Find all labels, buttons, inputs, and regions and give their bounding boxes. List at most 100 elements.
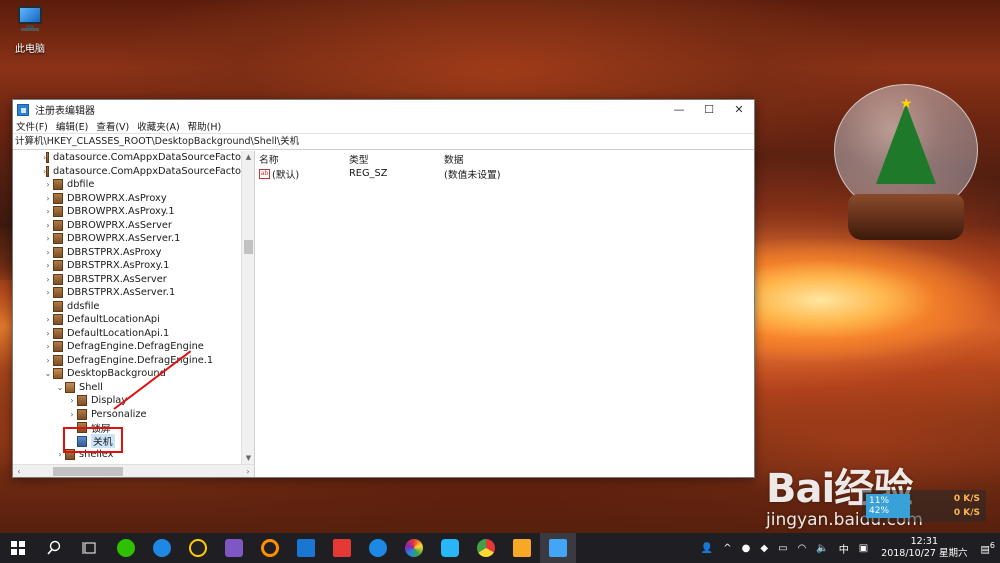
menu-view[interactable]: 查看(V): [96, 119, 129, 133]
task-view-button[interactable]: [72, 533, 108, 563]
key-tree-pane[interactable]: › datasource.ComAppxDataSourceFacto › datas…: [13, 151, 255, 477]
tree-node[interactable]: › Display: [13, 394, 241, 408]
tray-app-icon[interactable]: ●: [742, 543, 751, 554]
chevron-right-icon[interactable]: ›: [43, 275, 53, 284]
chevron-right-icon[interactable]: ›: [43, 234, 53, 243]
chevron-right-icon[interactable]: ›: [43, 248, 53, 257]
search-button[interactable]: [36, 533, 72, 563]
tree-horizontal-scrollbar[interactable]: ‹ ›: [13, 464, 254, 477]
taskbar-kugou[interactable]: [144, 533, 180, 563]
net-speed-widget[interactable]: 11% 42% 0 K/S 0 K/S: [862, 490, 986, 522]
clock[interactable]: 12:31 2018/10/27 星期六: [881, 536, 967, 560]
people-icon[interactable]: 👤: [701, 543, 713, 554]
folder-icon: [46, 165, 49, 177]
tree-node[interactable]: › DBRSTPRX.AsProxy.1: [13, 259, 241, 273]
taskbar-app-cyan[interactable]: [432, 533, 468, 563]
chevron-right-icon[interactable]: ›: [43, 342, 53, 351]
folder-icon: [53, 233, 63, 245]
tree-node[interactable]: › DBROWPRX.AsProxy: [13, 192, 241, 206]
tree-node[interactable]: › DBRSTPRX.AsServer: [13, 273, 241, 287]
chevron-right-icon[interactable]: ›: [43, 288, 53, 297]
tree-node[interactable]: › DefaultLocationApi: [13, 313, 241, 327]
taskbar-regedit[interactable]: [540, 533, 576, 563]
hscroll-thumb[interactable]: [53, 467, 123, 476]
tree-node[interactable]: › DefragEngine.DefragEngine.1: [13, 354, 241, 368]
tree-node[interactable]: › Personalize: [13, 408, 241, 422]
tree-node[interactable]: › DBROWPRX.AsServer: [13, 219, 241, 233]
chevron-right-icon[interactable]: ›: [43, 221, 53, 230]
start-button[interactable]: [0, 533, 36, 563]
taskbar-wechat[interactable]: [108, 533, 144, 563]
registry-editor-window[interactable]: 注册表编辑器 — ☐ ✕ 文件(F) 编辑(E) 查看(V) 收藏夹(A) 帮助…: [12, 99, 755, 478]
taskbar-chrome[interactable]: [468, 533, 504, 563]
notification-center-icon[interactable]: ▤6: [980, 541, 995, 555]
taskbar-app-red[interactable]: [324, 533, 360, 563]
volume-icon[interactable]: 🔈: [816, 543, 828, 554]
snow-globe-gadget[interactable]: ★: [834, 84, 978, 244]
battery-icon[interactable]: ▭: [778, 543, 787, 554]
minimize-button[interactable]: —: [664, 100, 694, 119]
taskbar-app-blue[interactable]: [288, 533, 324, 563]
tree-node[interactable]: › DBRSTPRX.AsServer.1: [13, 286, 241, 300]
tree-node[interactable]: ⌄ DesktopBackground: [13, 367, 241, 381]
taskbar-app-orange[interactable]: [252, 533, 288, 563]
header-name[interactable]: 名称: [255, 152, 349, 166]
taskbar-edge[interactable]: [360, 533, 396, 563]
chevron-right-icon[interactable]: ›: [43, 194, 53, 203]
scroll-left-icon[interactable]: ‹: [13, 465, 25, 477]
scroll-down-icon[interactable]: ▼: [242, 452, 254, 464]
tree-node[interactable]: ddsfile: [13, 300, 241, 314]
taskbar-qq[interactable]: [180, 533, 216, 563]
chevron-right-icon[interactable]: ›: [67, 396, 77, 405]
ime-indicator[interactable]: 中: [839, 541, 849, 556]
maximize-button[interactable]: ☐: [694, 100, 724, 119]
chevron-right-icon[interactable]: ›: [43, 329, 53, 338]
tree-node[interactable]: › dbfile: [13, 178, 241, 192]
tree-node[interactable]: 关机: [13, 434, 241, 449]
menu-file[interactable]: 文件(F): [16, 119, 48, 133]
tree-node[interactable]: › DBROWPRX.AsProxy.1: [13, 205, 241, 219]
menu-edit[interactable]: 编辑(E): [56, 119, 88, 133]
tree-node[interactable]: › datasource.ComAppxDataSourceFacto: [13, 165, 241, 179]
chevron-right-icon[interactable]: ›: [67, 410, 77, 419]
wifi-icon[interactable]: ◠: [798, 543, 807, 554]
tree-node-label: dbfile: [67, 179, 95, 191]
tree-node[interactable]: 锁屏: [13, 421, 241, 435]
chevron-right-icon[interactable]: ›: [43, 207, 53, 216]
header-data[interactable]: 数据: [444, 152, 664, 166]
scroll-right-icon[interactable]: ›: [242, 465, 254, 477]
title-bar[interactable]: 注册表编辑器 — ☐ ✕: [13, 100, 754, 119]
desktop-icon-this-pc[interactable]: 此电脑: [6, 6, 54, 55]
chevron-up-icon[interactable]: ^: [723, 543, 731, 554]
tree-node[interactable]: ⌄ Shell: [13, 381, 241, 395]
value-row[interactable]: ab (默认) REG_SZ (数值未设置): [255, 166, 754, 181]
tree-node[interactable]: › DefaultLocationApi.1: [13, 327, 241, 341]
menu-help[interactable]: 帮助(H): [188, 119, 222, 133]
input-method-icon[interactable]: ▣: [859, 543, 868, 554]
menu-favorites[interactable]: 收藏夹(A): [137, 119, 179, 133]
string-value-icon: ab: [259, 168, 270, 179]
values-pane[interactable]: 名称 类型 数据 ab (默认) REG_SZ (数值未设置): [255, 151, 754, 477]
tree-node[interactable]: › DBROWPRX.AsServer.1: [13, 232, 241, 246]
header-type[interactable]: 类型: [349, 152, 444, 166]
taskbar-app-bird[interactable]: [216, 533, 252, 563]
value-name: (默认): [272, 169, 300, 181]
chevron-down-icon[interactable]: ⌄: [55, 383, 65, 392]
tree-node[interactable]: › DBRSTPRX.AsProxy: [13, 246, 241, 260]
scroll-up-icon[interactable]: ▲: [242, 151, 254, 163]
tree-vertical-scrollbar[interactable]: ▲ ▼: [241, 151, 254, 464]
tree-node[interactable]: › DefragEngine.DefragEngine: [13, 340, 241, 354]
chevron-right-icon[interactable]: ›: [43, 356, 53, 365]
chevron-right-icon[interactable]: ›: [43, 261, 53, 270]
scroll-thumb[interactable]: [244, 240, 253, 254]
tree-node[interactable]: › datasource.ComAppxDataSourceFacto: [13, 151, 241, 165]
chevron-down-icon[interactable]: ⌄: [43, 369, 53, 378]
close-button[interactable]: ✕: [724, 100, 754, 119]
tray-app2-icon[interactable]: ◆: [760, 543, 768, 554]
tree-node[interactable]: › shellex: [13, 448, 241, 462]
chevron-right-icon[interactable]: ›: [43, 180, 53, 189]
address-bar[interactable]: 计算机\HKEY_CLASSES_ROOT\DesktopBackground\…: [13, 134, 754, 150]
taskbar-explorer[interactable]: [504, 533, 540, 563]
taskbar-app-color[interactable]: [396, 533, 432, 563]
chevron-right-icon[interactable]: ›: [43, 315, 53, 324]
